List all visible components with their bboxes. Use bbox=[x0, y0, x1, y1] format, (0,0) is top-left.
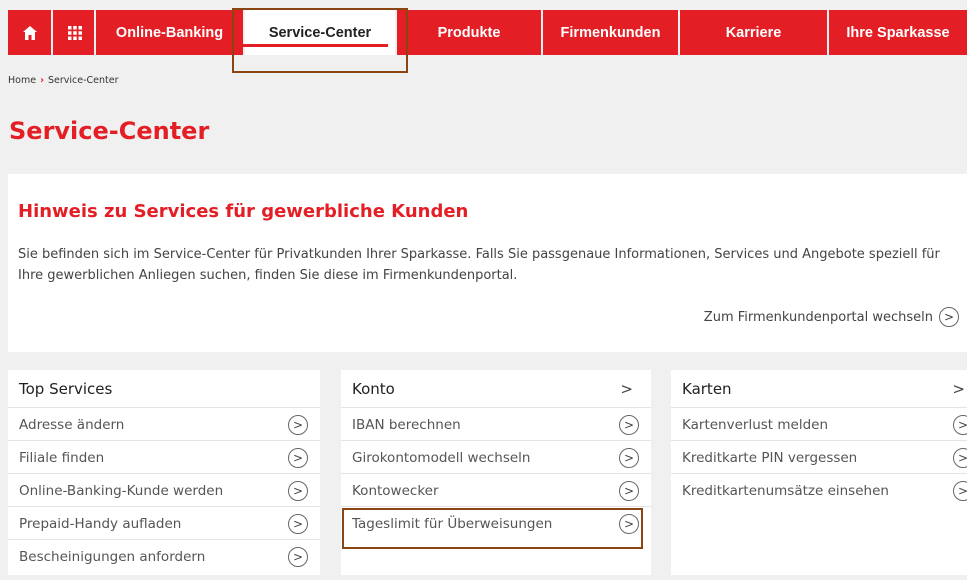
breadcrumb-current: Service-Center bbox=[47, 75, 119, 86]
karten-card: Karten > Kartenverlust melden > Kreditkar… bbox=[671, 370, 967, 575]
menu-grid-button[interactable] bbox=[56, 10, 93, 55]
arrow-right-circle-icon: > bbox=[953, 481, 967, 501]
nav-firmenkunden[interactable]: Firmenkunden bbox=[543, 10, 678, 55]
arrow-right-circle-icon: > bbox=[288, 447, 308, 468]
arrow-right-circle-icon: > bbox=[288, 513, 308, 534]
arrow-right-circle-icon: > bbox=[619, 447, 639, 468]
list-item-label: Filiale finden bbox=[19, 449, 105, 466]
list-item[interactable]: Kartenverlust melden > bbox=[671, 409, 967, 441]
arrow-right-circle-icon: > bbox=[953, 414, 967, 435]
list-item[interactable]: Online-Banking-Kunde werden > bbox=[8, 475, 320, 507]
list-item-label: Kontowecker bbox=[352, 482, 439, 499]
breadcrumb-chevron-icon: › bbox=[40, 75, 44, 86]
nav-ihre-sparkasse[interactable]: Ihre Sparkasse bbox=[829, 10, 967, 55]
page-title: Service-Center bbox=[9, 117, 210, 145]
arrow-right-circle-icon: > bbox=[619, 514, 639, 534]
list-item-label: Kreditkarte PIN vergessen bbox=[682, 449, 858, 466]
breadcrumb-home[interactable]: Home bbox=[8, 75, 36, 86]
notice-title: Hinweis zu Services für gewerbliche Kund… bbox=[18, 201, 469, 222]
nav-karriere[interactable]: Karriere bbox=[680, 10, 827, 55]
home-icon bbox=[22, 25, 37, 40]
chevron-right-icon: > bbox=[952, 379, 965, 398]
list-item-label: Adresse ändern bbox=[19, 416, 125, 433]
list-item-label: Bescheinigungen anfordern bbox=[19, 549, 206, 565]
arrow-right-circle-icon: > bbox=[939, 307, 959, 327]
arrow-right-circle-icon: > bbox=[619, 414, 639, 435]
list-item[interactable]: Tageslimit für Überweisungen > bbox=[341, 508, 651, 540]
home-button[interactable] bbox=[8, 10, 51, 55]
list-item[interactable]: Kontowecker > bbox=[341, 475, 651, 507]
grid-menu-icon bbox=[67, 25, 82, 40]
list-item-label: Girokontomodell wechseln bbox=[352, 449, 531, 466]
list-item-label: Kartenverlust melden bbox=[682, 416, 829, 433]
list-item-label: Prepaid-Handy aufladen bbox=[19, 515, 182, 532]
breadcrumb: Home › Service-Center bbox=[8, 75, 119, 86]
active-tab-indicator bbox=[241, 44, 388, 47]
list-item[interactable]: Adresse ändern > bbox=[8, 409, 320, 441]
list-item[interactable]: Girokontomodell wechseln > bbox=[341, 442, 651, 474]
nav-online-banking[interactable]: Online-Banking bbox=[96, 10, 243, 55]
business-customer-notice: Hinweis zu Services für gewerbliche Kund… bbox=[8, 174, 967, 352]
list-item-label: Online-Banking-Kunde werden bbox=[19, 482, 224, 499]
list-item-label: Tageslimit für Überweisungen bbox=[352, 516, 553, 532]
list-item[interactable]: Filiale finden > bbox=[8, 442, 320, 474]
card-title: Top Services bbox=[8, 370, 320, 408]
notice-text: Sie befinden sich im Service-Center für … bbox=[18, 247, 940, 283]
arrow-right-circle-icon: > bbox=[288, 414, 308, 435]
arrow-right-circle-icon: > bbox=[953, 447, 967, 468]
firmenkundenportal-link-label: Zum Firmenkundenportal wechseln bbox=[703, 309, 933, 325]
list-item[interactable]: IBAN berechnen > bbox=[341, 409, 651, 441]
arrow-right-circle-icon: > bbox=[288, 480, 308, 501]
list-item[interactable]: Kreditkarte PIN vergessen > bbox=[671, 442, 967, 474]
list-item[interactable]: Bescheinigungen anfordern > bbox=[8, 541, 320, 573]
card-header[interactable]: Karten > bbox=[671, 370, 967, 408]
main-navigation: Online-Banking Service-Center Produkte F… bbox=[8, 10, 967, 55]
firmenkundenportal-link[interactable]: Zum Firmenkundenportal wechseln > bbox=[704, 307, 959, 327]
list-item-label: Kreditkartenumsätze einsehen bbox=[682, 483, 889, 499]
nav-service-center[interactable]: Service-Center bbox=[245, 10, 395, 55]
list-item[interactable]: Kreditkartenumsätze einsehen > bbox=[671, 475, 967, 507]
nav-divider bbox=[51, 10, 53, 55]
card-header[interactable]: Konto > bbox=[341, 370, 651, 408]
arrow-right-circle-icon: > bbox=[619, 480, 639, 501]
konto-card: Konto > IBAN berechnen > Girokontomodell … bbox=[341, 370, 651, 575]
chevron-right-icon: > bbox=[620, 379, 633, 398]
card-title: Konto bbox=[352, 379, 395, 398]
list-item[interactable]: Prepaid-Handy aufladen > bbox=[8, 508, 320, 540]
nav-produkte[interactable]: Produkte bbox=[397, 10, 541, 55]
list-item-label: IBAN berechnen bbox=[352, 416, 461, 433]
arrow-right-circle-icon: > bbox=[288, 547, 308, 567]
top-services-card: Top Services Adresse ändern > Filiale fin… bbox=[8, 370, 320, 575]
card-title: Karten bbox=[682, 379, 732, 398]
